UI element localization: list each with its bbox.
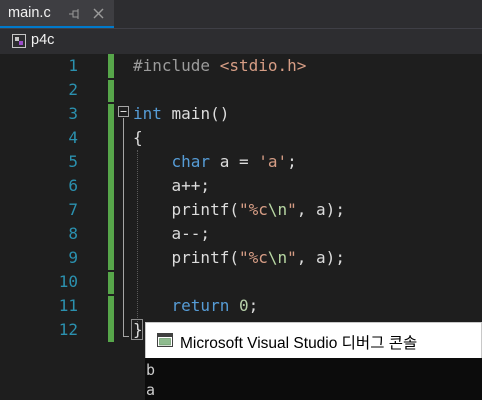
code-token: ;: [248, 296, 259, 315]
console-title: Microsoft Visual Studio 디버그 콘솔: [180, 335, 418, 352]
line-number: 10: [58, 272, 78, 291]
code-line[interactable]: {: [133, 126, 345, 150]
change-bar-separator: [108, 294, 114, 296]
code-token: int: [133, 104, 162, 123]
change-bar-separator: [108, 78, 114, 80]
code-token: ": [287, 248, 297, 267]
collapse-icon[interactable]: [118, 106, 129, 117]
line-number-gutter: 1 2 3 4 5 6 7 8 9 10 11 12: [36, 54, 78, 342]
console-output[interactable]: b a: [145, 358, 482, 400]
code-token: <stdio.h>: [219, 56, 307, 75]
code-token: ": [287, 200, 297, 219]
code-line[interactable]: int main(): [133, 102, 345, 126]
code-token: a++;: [133, 176, 211, 195]
change-bar-separator: [108, 102, 114, 104]
code-token: 0: [238, 296, 249, 315]
change-tracking-bar: [108, 54, 114, 342]
console-app-icon: [157, 333, 173, 347]
code-line[interactable]: return 0;: [133, 294, 345, 318]
code-line[interactable]: [133, 270, 345, 294]
tab-strip: main.c: [0, 0, 482, 28]
line-number: 5: [68, 152, 78, 171]
console-output-line: a: [146, 381, 156, 399]
code-token: \n: [267, 248, 288, 267]
line-number: 12: [58, 320, 78, 339]
code-token: a =: [210, 152, 259, 171]
line-number: 8: [68, 224, 78, 243]
code-token: "%c: [238, 200, 268, 219]
code-text[interactable]: #include <stdio.h> int main() { char a = '…: [133, 54, 345, 342]
code-token: char: [171, 152, 211, 171]
line-number: 4: [68, 128, 78, 147]
code-token: printf(: [133, 200, 239, 219]
tab-main-c[interactable]: main.c: [0, 0, 114, 28]
code-line[interactable]: #include <stdio.h>: [133, 54, 345, 78]
code-token: ;: [287, 152, 297, 171]
code-token: main(): [161, 104, 230, 123]
line-number: 11: [58, 296, 78, 315]
console-output-line: b: [146, 361, 156, 379]
project-icon: [12, 34, 26, 48]
code-token: {: [133, 128, 143, 147]
tab-title: main.c: [8, 5, 51, 21]
code-token: , a);: [296, 248, 345, 267]
project-dropdown[interactable]: p4c: [31, 32, 54, 48]
console-titlebar[interactable]: Microsoft Visual Studio 디버그 콘솔: [145, 322, 482, 358]
line-number: 2: [68, 80, 78, 99]
change-bar-separator: [108, 270, 114, 272]
line-number: 1: [68, 56, 78, 75]
code-token: a--;: [133, 224, 211, 243]
code-token: }: [133, 320, 143, 339]
line-number: 6: [68, 176, 78, 195]
code-token: return: [171, 296, 230, 315]
debug-console-window[interactable]: Microsoft Visual Studio 디버그 콘솔 b a: [145, 322, 482, 400]
code-line[interactable]: printf("%c\n", a);: [133, 246, 345, 270]
code-line[interactable]: a++;: [133, 174, 345, 198]
close-icon[interactable]: [93, 8, 104, 19]
line-number: 3: [68, 104, 78, 123]
code-token: , a);: [296, 200, 345, 219]
code-token: printf(: [133, 248, 239, 267]
code-token: #include: [133, 56, 220, 75]
fold-region-end: [123, 336, 129, 337]
pin-icon[interactable]: [69, 9, 81, 19]
fold-region-line: [123, 118, 124, 336]
code-line[interactable]: printf("%c\n", a);: [133, 198, 345, 222]
code-line[interactable]: a--;: [133, 222, 345, 246]
code-line[interactable]: [133, 78, 345, 102]
code-token: "%c: [238, 248, 268, 267]
code-line[interactable]: char a = 'a';: [133, 150, 345, 174]
code-token: \n: [267, 200, 288, 219]
navigation-bar: p4c: [0, 28, 482, 54]
line-number: 7: [68, 200, 78, 219]
code-token: 'a': [258, 152, 288, 171]
line-number: 9: [68, 248, 78, 267]
